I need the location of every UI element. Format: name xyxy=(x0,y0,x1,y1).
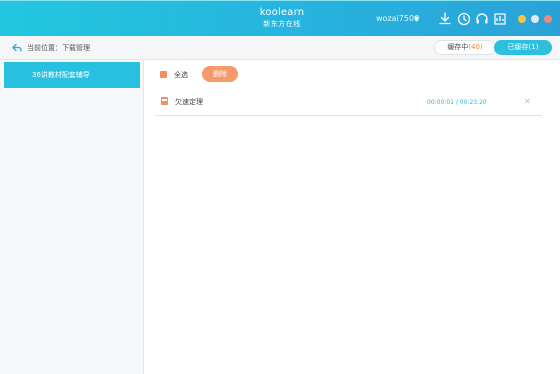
tab-downloading-count: (40) xyxy=(468,43,483,51)
select-all-checkbox[interactable] xyxy=(160,71,167,78)
download-icon[interactable] xyxy=(437,11,453,27)
sidebar-item-course[interactable]: 36讲教材配套辅导 xyxy=(4,62,140,88)
breadcrumb: 当前位置：下载管理 xyxy=(27,44,90,52)
logo-subtitle: 新东方在线 xyxy=(263,20,301,28)
file-checkbox[interactable] xyxy=(161,97,168,105)
sidebar: 36讲教材配套辅导 xyxy=(0,60,144,374)
file-progress-time: 00:00:01 / 00:23:20 xyxy=(427,99,487,106)
title-bar: koolearn 新东方在线 wozai7506 ▼ xyxy=(0,0,560,36)
close-icon[interactable]: ✕ xyxy=(524,97,531,107)
tab-downloaded[interactable]: 已缓存(1) xyxy=(494,40,552,55)
maximize-button[interactable] xyxy=(531,15,539,23)
logo-wordmark: koolearn xyxy=(259,7,305,18)
koolearn-logo: koolearn 新东方在线 xyxy=(258,7,306,33)
file-name: 欠速定理 xyxy=(175,98,203,106)
settings-icon[interactable] xyxy=(492,11,508,27)
username[interactable]: wozai7506 xyxy=(376,13,419,25)
close-button[interactable] xyxy=(544,15,552,23)
support-icon[interactable] xyxy=(474,11,490,27)
history-icon[interactable] xyxy=(456,11,472,27)
tab-downloading[interactable]: 缓存中(40) xyxy=(434,40,496,55)
delete-button[interactable]: 删除 xyxy=(202,66,238,82)
minimize-button[interactable] xyxy=(518,15,526,23)
select-all-label[interactable]: 全选 xyxy=(174,69,188,81)
list-item[interactable]: 欠速定理 00:00:01 / 00:23:20 ✕ xyxy=(155,91,542,116)
chevron-down-icon[interactable]: ▼ xyxy=(414,14,419,24)
back-arrow-icon[interactable] xyxy=(12,43,22,53)
tab-downloading-label: 缓存中 xyxy=(447,43,469,51)
